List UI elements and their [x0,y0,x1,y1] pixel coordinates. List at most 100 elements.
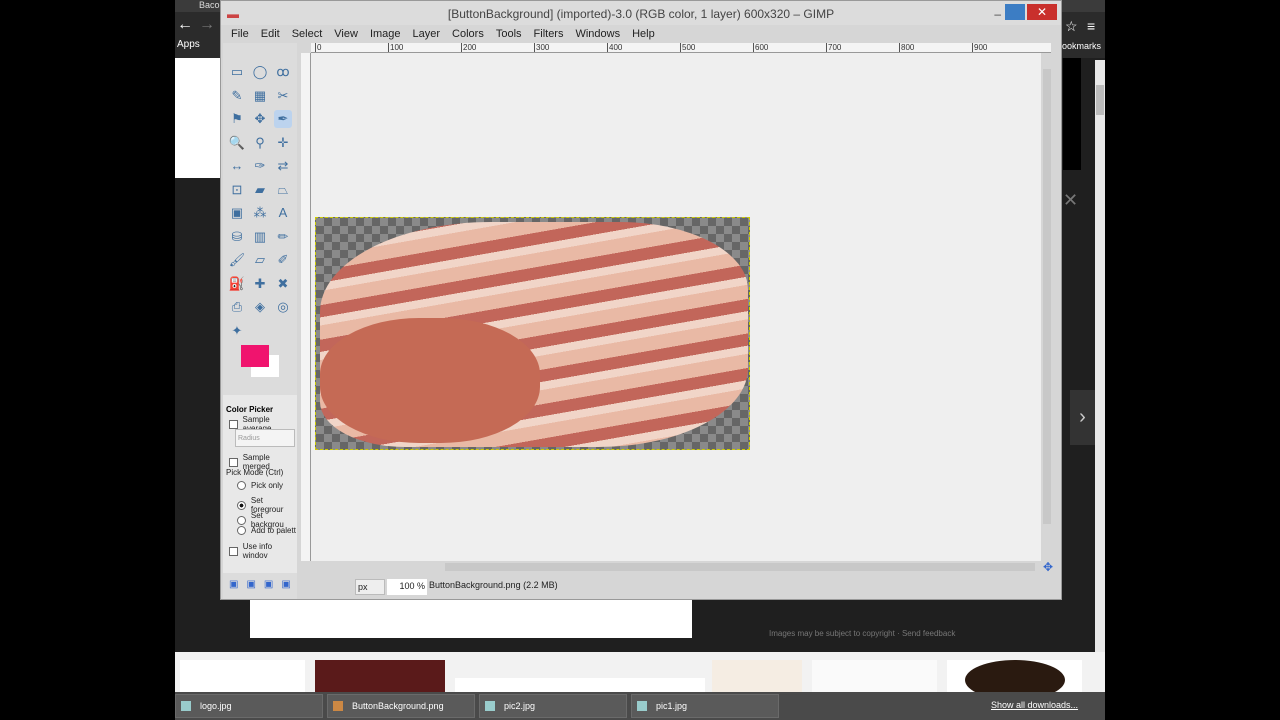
vertical-scrollbar[interactable] [1041,57,1053,557]
menu-windows[interactable]: Windows [575,28,620,40]
tool-icon[interactable]: ✑ [251,157,269,175]
tool-icon[interactable]: ✛ [274,134,292,152]
tool-icon[interactable]: ⁂ [251,204,269,222]
radius-field[interactable]: Radius [235,429,295,447]
bookmarks-label[interactable]: ookmarks [1062,41,1101,51]
download-item[interactable]: pic1.jpg [631,694,779,718]
scroll-thumb[interactable] [1043,69,1051,524]
tool-icon[interactable]: ✎ [228,87,246,105]
menu-edit[interactable]: Edit [261,28,280,40]
thumbnail[interactable] [180,660,305,692]
menu-colors[interactable]: Colors [452,28,484,40]
download-name: ButtonBackground.png [352,701,444,711]
tool-icon[interactable]: ✥ [251,110,269,128]
forward-icon[interactable]: → [199,16,215,34]
tool-icon[interactable]: ⎙ [228,298,246,316]
tool-icon[interactable]: ✒ [274,110,292,128]
menu-help[interactable]: Help [632,28,655,40]
maximize-button[interactable] [1005,4,1025,20]
tool-icon[interactable]: ◈ [251,298,269,316]
tool-icon[interactable]: ⛽ [228,275,246,293]
menu-select[interactable]: Select [292,28,323,40]
page-content [175,58,220,178]
menu-tools[interactable]: Tools [496,28,522,40]
tool-icon[interactable]: 🔍 [228,134,246,152]
tool-icon[interactable]: ✦ [228,322,246,340]
image-layer[interactable] [315,217,750,450]
horizontal-scrollbar[interactable] [317,561,1042,573]
status-file-info: ButtonBackground.png (2.2 MB) [429,580,558,590]
ruler-tick: 100 [388,43,404,52]
menu-icon[interactable]: ≡ [1087,18,1095,34]
next-image-button[interactable]: › [1070,390,1095,445]
file-icon [333,701,343,711]
tool-icon[interactable]: ⚲ [251,134,269,152]
use-info-window-checkbox[interactable]: Use info windov [229,542,297,560]
close-viewer-icon[interactable]: ✕ [1063,190,1078,211]
tool-icon[interactable]: ⚑ [228,110,246,128]
zoom-select[interactable]: 100 % [387,579,427,595]
thumbnail[interactable] [315,660,445,692]
tool-icon[interactable]: ↔ [228,157,246,175]
close-button[interactable]: ✕ [1027,4,1057,20]
ruler-tick: 0 [315,43,322,52]
download-item[interactable]: ButtonBackground.png [327,694,475,718]
tool-icon[interactable]: ▦ [251,87,269,105]
status-bar: px 100 % ButtonBackground.png (2.2 MB) [301,575,1061,597]
thumbnail[interactable] [947,660,1082,700]
send-feedback-link[interactable]: Send feedback [902,629,955,638]
download-item[interactable]: logo.jpg [175,694,323,718]
tool-icon[interactable]: 🖌 [228,251,246,269]
panel-buttons[interactable]: ▣▣▣▣ [229,579,299,590]
navigate-icon[interactable]: ✥ [1043,560,1053,574]
mode-pick-only[interactable]: Pick only [237,481,283,490]
tool-icon[interactable]: ◯ [251,63,269,81]
thumbnail[interactable] [712,660,802,692]
menu-file[interactable]: File [231,28,249,40]
download-name: pic1.jpg [656,701,688,711]
tool-icon[interactable]: ✖ [274,275,292,293]
back-icon[interactable]: ← [177,16,193,34]
tool-icon[interactable]: ⛁ [228,228,246,246]
show-all-downloads-link[interactable]: Show all downloads... [991,700,1078,710]
menu-layer[interactable]: Layer [413,28,441,40]
ruler-tick: 500 [680,43,696,52]
thumbnail[interactable] [455,678,705,692]
unit-select[interactable]: px [355,579,385,595]
copyright-text: Images may be subject to copyright [769,629,895,638]
tool-icon[interactable]: ✏ [274,228,292,246]
tab-bacon[interactable]: Baco [199,0,220,10]
apps-link[interactable]: Apps [177,39,200,50]
tool-icon[interactable]: ꝏ [274,63,292,81]
minimize-button[interactable]: – [994,1,1001,27]
scroll-thumb[interactable] [445,563,1035,571]
star-icon[interactable]: ☆ [1065,18,1078,35]
download-name: pic2.jpg [504,701,536,711]
tool-icon[interactable]: A [274,204,292,222]
tool-icon[interactable]: ◎ [274,298,292,316]
pick-mode-label: Pick Mode (Ctrl) [226,468,284,477]
tool-icon[interactable]: ✚ [251,275,269,293]
download-item[interactable]: pic2.jpg [479,694,627,718]
thumbnail[interactable] [812,660,937,692]
tool-icon[interactable]: ⏢ [274,181,292,199]
tool-icon[interactable]: ▥ [251,228,269,246]
label: Use info windov [242,542,273,560]
menu-view[interactable]: View [334,28,358,40]
tool-icon[interactable]: ✂ [274,87,292,105]
tool-icon[interactable]: ▰ [251,181,269,199]
horizontal-ruler: 0 100 200 300 400 500 600 700 800 900 [311,43,1051,53]
tool-options-panel: Color Picker Sample average Radius Sampl… [223,395,297,573]
tool-icon[interactable]: ⇄ [274,157,292,175]
tool-icon[interactable]: ▣ [228,204,246,222]
mode-add-palette[interactable]: Add to palett [237,526,296,535]
tool-icon[interactable]: ▱ [251,251,269,269]
tool-icon[interactable]: ⊡ [228,181,246,199]
fg-overlay [241,345,269,367]
menu-filters[interactable]: Filters [534,28,564,40]
tool-icon[interactable]: ✐ [274,251,292,269]
tool-icon[interactable]: ▭ [228,63,246,81]
menu-image[interactable]: Image [370,28,401,40]
download-name: logo.jpg [200,701,232,711]
page-scrollbar[interactable] [1095,60,1105,690]
